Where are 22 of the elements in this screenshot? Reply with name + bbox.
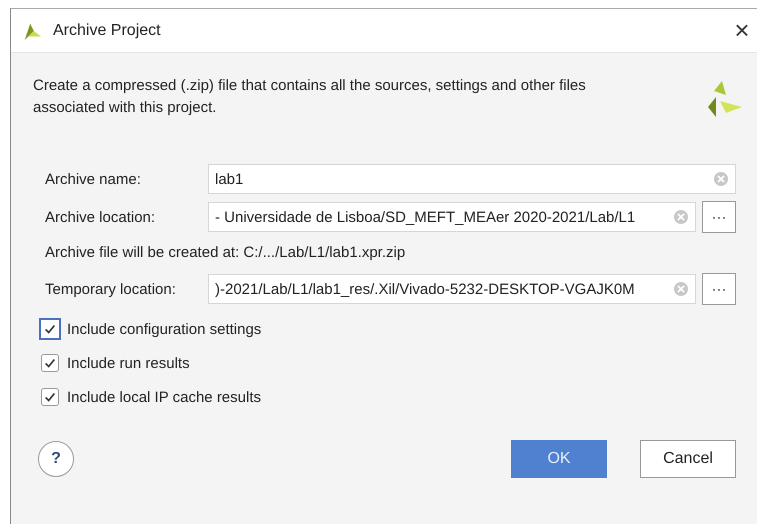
close-button[interactable]: × — [727, 15, 757, 46]
input-field[interactable]: lab1 — [208, 164, 736, 194]
cancel-button[interactable]: Cancel — [640, 440, 736, 478]
browse-button[interactable]: ··· — [702, 201, 736, 233]
checkbox-label: Include run results — [67, 354, 190, 372]
input-field[interactable]: - Universidade de Lisboa/SD_MEFT_MEAer 2020-2021/Lab/L1 — [208, 202, 696, 232]
browse-button[interactable]: ··· — [702, 273, 736, 305]
info-text: Archive file will be created at: C:/.../Lab/L1/lab1.xpr.zip — [45, 243, 406, 263]
checkbox-label: Include local IP cache results — [67, 388, 261, 406]
input-field[interactable]: )-2021/Lab/L1/lab1_res/.Xil/Vivado-5232-DESKTOP-VGAJK0M — [208, 274, 696, 304]
check-icon — [43, 390, 57, 404]
help-button[interactable]: ? — [38, 441, 74, 477]
field-label: Archive name: — [45, 170, 142, 188]
checkbox[interactable] — [41, 354, 59, 372]
description-text: Create a compressed (.zip) file that contains all the sources, settings and other files associated with this project. — [33, 76, 587, 118]
checkbox[interactable] — [41, 388, 59, 406]
field-label: Temporary location: — [45, 280, 177, 298]
field-label: Archive location: — [45, 208, 156, 226]
window-title: Archive Project — [53, 22, 162, 40]
check-icon — [43, 322, 57, 336]
check-icon — [43, 356, 57, 370]
checkbox-label: Include configuration settings — [67, 320, 262, 338]
